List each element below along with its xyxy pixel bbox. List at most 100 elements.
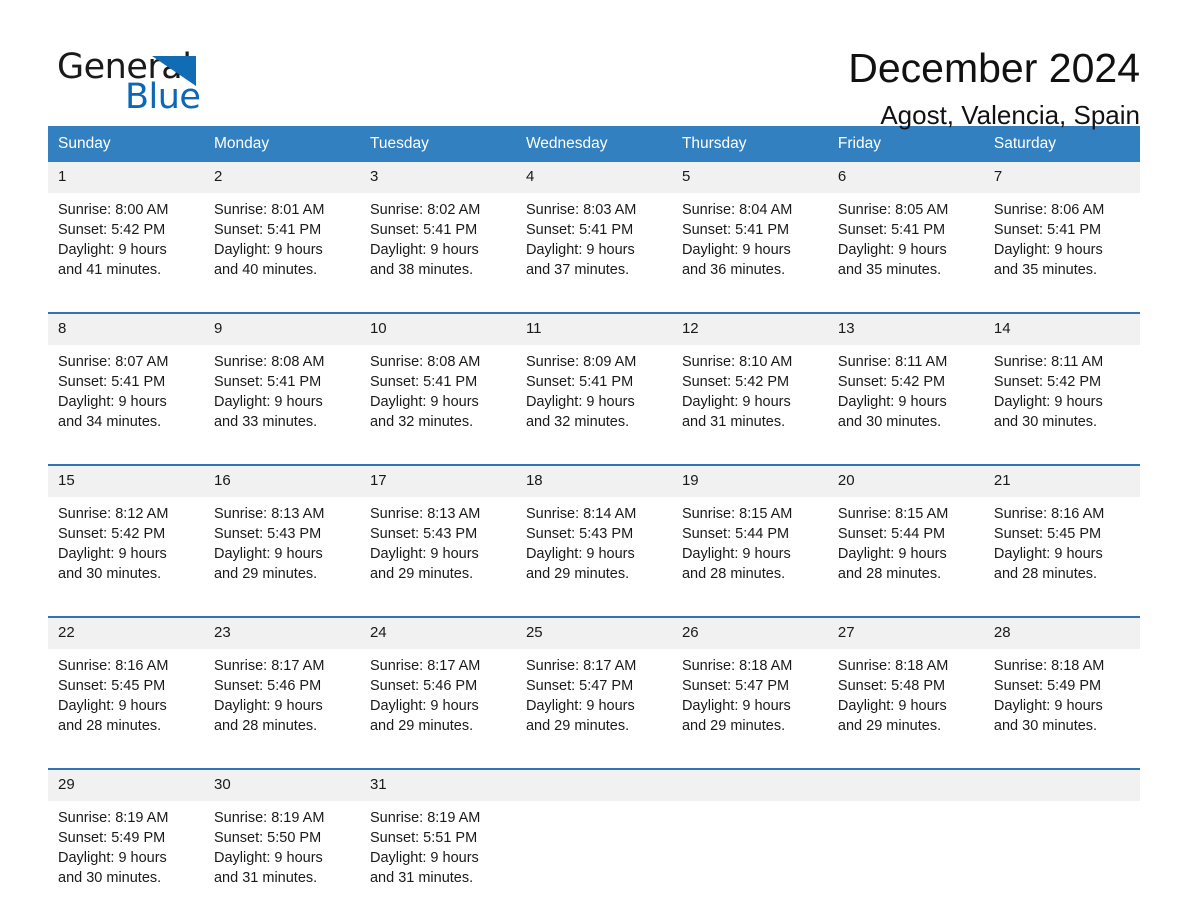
daylight-text-line1: Daylight: 9 hours xyxy=(58,394,167,410)
day-cell[interactable]: Sunrise: 8:17 AM Sunset: 5:46 PM Dayligh… xyxy=(203,649,360,767)
day-number[interactable]: 2 xyxy=(203,162,360,193)
day-number[interactable]: 3 xyxy=(359,162,516,193)
sunrise-text: Sunrise: 8:17 AM xyxy=(369,658,481,674)
day-number[interactable]: 8 xyxy=(48,314,204,345)
daylight-text-line2: and 33 minutes. xyxy=(213,414,318,430)
day-cell[interactable]: Sunrise: 8:02 AM Sunset: 5:41 PM Dayligh… xyxy=(359,193,516,311)
day-number[interactable]: 14 xyxy=(983,314,1140,345)
daylight-text-line1: Daylight: 9 hours xyxy=(525,394,635,410)
day-number[interactable]: 31 xyxy=(359,770,516,801)
day-cell[interactable]: Sunrise: 8:17 AM Sunset: 5:46 PM Dayligh… xyxy=(359,649,516,767)
day-number[interactable]: 1 xyxy=(48,162,204,193)
day-number[interactable]: 5 xyxy=(671,162,828,193)
day-cell[interactable]: Sunrise: 8:14 AM Sunset: 5:43 PM Dayligh… xyxy=(515,497,672,615)
day-number[interactable]: 18 xyxy=(515,466,672,497)
day-cell[interactable]: Sunrise: 8:10 AM Sunset: 5:42 PM Dayligh… xyxy=(671,345,828,463)
day-number[interactable]: 22 xyxy=(48,618,204,649)
daylight-text-line1: Daylight: 9 hours xyxy=(525,546,635,562)
day-number[interactable]: 26 xyxy=(671,618,828,649)
daylight-text-line2: and 29 minutes. xyxy=(525,718,630,734)
day-number[interactable]: 27 xyxy=(827,618,984,649)
day-number[interactable]: 30 xyxy=(203,770,360,801)
daylight-text-line2: and 38 minutes. xyxy=(369,262,474,278)
sunrise-text: Sunrise: 8:11 AM xyxy=(837,354,948,370)
daylight-text-line2: and 29 minutes. xyxy=(369,718,474,734)
sunset-text: Sunset: 5:45 PM xyxy=(58,678,166,694)
daylight-text-line2: and 34 minutes. xyxy=(58,414,162,430)
day-number[interactable]: 25 xyxy=(515,618,672,649)
day-cell[interactable]: Sunrise: 8:11 AM Sunset: 5:42 PM Dayligh… xyxy=(983,345,1140,463)
daylight-text-line2: and 31 minutes. xyxy=(681,414,786,430)
day-cell[interactable]: Sunrise: 8:00 AM Sunset: 5:42 PM Dayligh… xyxy=(48,193,204,311)
sunrise-text: Sunrise: 8:02 AM xyxy=(369,202,481,218)
sunrise-text: Sunrise: 8:15 AM xyxy=(681,506,793,522)
day-number[interactable]: 7 xyxy=(983,162,1140,193)
daylight-text-line2: and 28 minutes. xyxy=(837,566,942,582)
day-number[interactable]: 13 xyxy=(827,314,984,345)
page-subtitle-location: Agost, Valencia, Spain xyxy=(880,100,1140,130)
week-3-detail-row: Sunrise: 8:12 AM Sunset: 5:42 PM Dayligh… xyxy=(48,497,1140,615)
day-cell[interactable]: Sunrise: 8:06 AM Sunset: 5:41 PM Dayligh… xyxy=(983,193,1140,311)
day-cell[interactable]: Sunrise: 8:01 AM Sunset: 5:41 PM Dayligh… xyxy=(203,193,360,311)
daylight-text-line2: and 28 minutes. xyxy=(993,566,1098,582)
day-number-empty xyxy=(671,770,828,801)
day-number[interactable]: 20 xyxy=(827,466,984,497)
day-cell[interactable]: Sunrise: 8:18 AM Sunset: 5:48 PM Dayligh… xyxy=(827,649,984,767)
sunrise-text: Sunrise: 8:14 AM xyxy=(525,506,637,522)
day-cell[interactable]: Sunrise: 8:08 AM Sunset: 5:41 PM Dayligh… xyxy=(203,345,360,463)
day-number[interactable]: 23 xyxy=(203,618,360,649)
day-number[interactable]: 10 xyxy=(359,314,516,345)
sunset-text: Sunset: 5:43 PM xyxy=(213,526,322,542)
day-cell[interactable]: Sunrise: 8:07 AM Sunset: 5:41 PM Dayligh… xyxy=(48,345,204,463)
day-cell[interactable]: Sunrise: 8:17 AM Sunset: 5:47 PM Dayligh… xyxy=(515,649,672,767)
day-cell[interactable]: Sunrise: 8:04 AM Sunset: 5:41 PM Dayligh… xyxy=(671,193,828,311)
day-cell[interactable]: Sunrise: 8:19 AM Sunset: 5:51 PM Dayligh… xyxy=(359,801,516,919)
day-number[interactable]: 4 xyxy=(515,162,672,193)
daylight-text-line1: Daylight: 9 hours xyxy=(681,698,791,714)
day-number[interactable]: 15 xyxy=(48,466,204,497)
day-cell[interactable]: Sunrise: 8:13 AM Sunset: 5:43 PM Dayligh… xyxy=(203,497,360,615)
day-cell[interactable]: Sunrise: 8:18 AM Sunset: 5:47 PM Dayligh… xyxy=(671,649,828,767)
daylight-text-line1: Daylight: 9 hours xyxy=(993,394,1103,410)
day-number[interactable]: 29 xyxy=(48,770,204,801)
day-number-empty xyxy=(827,770,984,801)
sunrise-text: Sunrise: 8:17 AM xyxy=(525,658,637,674)
day-number[interactable]: 19 xyxy=(671,466,828,497)
day-cell[interactable]: Sunrise: 8:05 AM Sunset: 5:41 PM Dayligh… xyxy=(827,193,984,311)
daylight-text-line2: and 28 minutes. xyxy=(681,566,786,582)
day-cell[interactable]: Sunrise: 8:08 AM Sunset: 5:41 PM Dayligh… xyxy=(359,345,516,463)
day-cell[interactable]: Sunrise: 8:16 AM Sunset: 5:45 PM Dayligh… xyxy=(983,497,1140,615)
sunrise-text: Sunrise: 8:05 AM xyxy=(837,202,949,218)
day-number[interactable]: 6 xyxy=(827,162,984,193)
day-cell[interactable]: Sunrise: 8:09 AM Sunset: 5:41 PM Dayligh… xyxy=(515,345,672,463)
day-number[interactable]: 24 xyxy=(359,618,516,649)
day-cell[interactable]: Sunrise: 8:12 AM Sunset: 5:42 PM Dayligh… xyxy=(48,497,204,615)
daylight-text-line1: Daylight: 9 hours xyxy=(837,546,947,562)
daylight-text-line2: and 28 minutes. xyxy=(58,718,162,734)
day-cell[interactable]: Sunrise: 8:11 AM Sunset: 5:42 PM Dayligh… xyxy=(827,345,984,463)
day-cell[interactable]: Sunrise: 8:19 AM Sunset: 5:49 PM Dayligh… xyxy=(48,801,204,919)
sunrise-text: Sunrise: 8:16 AM xyxy=(58,658,169,674)
day-number[interactable]: 16 xyxy=(203,466,360,497)
day-cell[interactable]: Sunrise: 8:19 AM Sunset: 5:50 PM Dayligh… xyxy=(203,801,360,919)
daylight-text-line1: Daylight: 9 hours xyxy=(837,394,947,410)
daylight-text-line1: Daylight: 9 hours xyxy=(58,242,167,258)
day-cell[interactable]: Sunrise: 8:13 AM Sunset: 5:43 PM Dayligh… xyxy=(359,497,516,615)
day-cell[interactable]: Sunrise: 8:03 AM Sunset: 5:41 PM Dayligh… xyxy=(515,193,672,311)
daylight-text-line2: and 30 minutes. xyxy=(993,718,1098,734)
day-number[interactable]: 11 xyxy=(515,314,672,345)
day-cell[interactable]: Sunrise: 8:18 AM Sunset: 5:49 PM Dayligh… xyxy=(983,649,1140,767)
day-number[interactable]: 12 xyxy=(671,314,828,345)
day-number[interactable]: 9 xyxy=(203,314,360,345)
day-cell[interactable]: Sunrise: 8:16 AM Sunset: 5:45 PM Dayligh… xyxy=(48,649,204,767)
daylight-text-line1: Daylight: 9 hours xyxy=(58,546,167,562)
day-cell[interactable]: Sunrise: 8:15 AM Sunset: 5:44 PM Dayligh… xyxy=(671,497,828,615)
sunset-text: Sunset: 5:41 PM xyxy=(525,374,634,390)
sunrise-text: Sunrise: 8:19 AM xyxy=(213,810,325,826)
day-number[interactable]: 17 xyxy=(359,466,516,497)
day-number[interactable]: 21 xyxy=(983,466,1140,497)
day-header-wednesday: Wednesday xyxy=(515,126,672,162)
daylight-text-line2: and 30 minutes. xyxy=(993,414,1098,430)
day-cell[interactable]: Sunrise: 8:15 AM Sunset: 5:44 PM Dayligh… xyxy=(827,497,984,615)
day-number[interactable]: 28 xyxy=(983,618,1140,649)
